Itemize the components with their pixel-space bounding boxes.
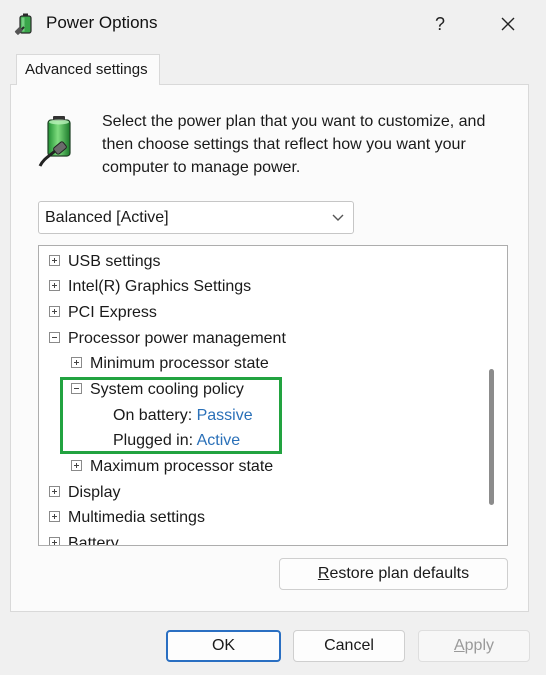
expand-icon[interactable] — [71, 357, 82, 369]
collapse-icon[interactable] — [49, 332, 60, 344]
tree-item-system-cooling-policy[interactable]: System cooling policy — [71, 378, 244, 402]
tree-item-label: PCI Express — [68, 304, 157, 321]
expand-icon[interactable] — [49, 306, 60, 318]
restore-plan-defaults-button[interactable]: Restore plan defaults — [279, 558, 508, 590]
apply-button[interactable]: Apply — [418, 630, 530, 662]
tree-item-label: Multimedia settings — [68, 509, 205, 526]
chevron-down-icon — [332, 214, 344, 221]
plugged-in-value[interactable]: Active — [197, 432, 241, 449]
expand-icon[interactable] — [49, 255, 60, 267]
apply-mnemonic: A — [453, 637, 465, 654]
tree-item-label: Intel(R) Graphics Settings — [68, 278, 252, 295]
expand-icon[interactable] — [49, 280, 60, 292]
tree-item-label: Plugged in: — [113, 432, 194, 449]
battery-plug-icon — [38, 116, 71, 167]
apply-label: pply — [464, 637, 495, 654]
title-bar: Power Options ? — [0, 0, 546, 48]
description-text: Select the power plan that you want to c… — [102, 113, 486, 176]
tree-item-label: System cooling policy — [90, 381, 244, 398]
restore-mnemonic: R — [317, 565, 330, 582]
window-title: Power Options — [46, 13, 158, 32]
tree-item-maximum-processor-state[interactable]: Maximum processor state — [71, 455, 273, 479]
tree-item-minimum-processor-state[interactable]: Minimum processor state — [71, 352, 269, 376]
tree-item-label: Display — [68, 484, 121, 501]
restore-label: estore plan defaults — [329, 565, 470, 582]
tree-item-battery[interactable]: Battery — [49, 532, 119, 546]
tree-item-graphics-settings[interactable]: Intel(R) Graphics Settings — [49, 275, 251, 299]
scrollbar-thumb[interactable] — [489, 369, 494, 505]
tree-item-display[interactable]: Display — [49, 481, 120, 505]
cancel-button[interactable]: Cancel — [293, 630, 405, 662]
power-plan-dropdown[interactable]: Balanced [Active] — [38, 201, 354, 234]
tree-item-processor-power-management[interactable]: Processor power management — [49, 327, 286, 351]
expand-icon[interactable] — [49, 511, 60, 523]
close-icon — [501, 17, 515, 31]
tree-item-label: USB settings — [68, 253, 161, 270]
ok-button[interactable]: OK — [166, 630, 281, 662]
settings-tree[interactable]: USB settings Intel(R) Graphics Settings … — [38, 245, 508, 546]
tree-item-pci-express[interactable]: PCI Express — [49, 301, 157, 325]
tree-item-plugged-in[interactable]: Plugged in: Active — [113, 429, 240, 453]
collapse-icon[interactable] — [71, 383, 82, 395]
tree-item-label: Processor power management — [68, 330, 286, 347]
expand-icon[interactable] — [71, 460, 82, 472]
tree-item-usb-settings[interactable]: USB settings — [49, 250, 160, 274]
power-options-icon — [14, 13, 32, 35]
tab-advanced-settings[interactable]: Advanced settings — [16, 54, 160, 85]
expand-icon[interactable] — [49, 537, 60, 545]
close-button[interactable] — [486, 6, 530, 42]
help-button[interactable]: ? — [418, 6, 462, 42]
tree-item-on-battery[interactable]: On battery: Passive — [113, 404, 253, 428]
on-battery-value[interactable]: Passive — [197, 407, 253, 424]
tree-item-label: Battery — [68, 535, 119, 546]
tree-item-label: On battery: — [113, 407, 193, 424]
expand-icon[interactable] — [49, 486, 60, 498]
tree-item-label: Maximum processor state — [90, 458, 274, 475]
power-options-window: Power Options ? Advanced settings Select… — [0, 0, 546, 675]
power-plan-value: Balanced [Active] — [45, 209, 169, 226]
tree-item-multimedia-settings[interactable]: Multimedia settings — [49, 506, 205, 530]
tree-item-label: Minimum processor state — [90, 355, 269, 372]
